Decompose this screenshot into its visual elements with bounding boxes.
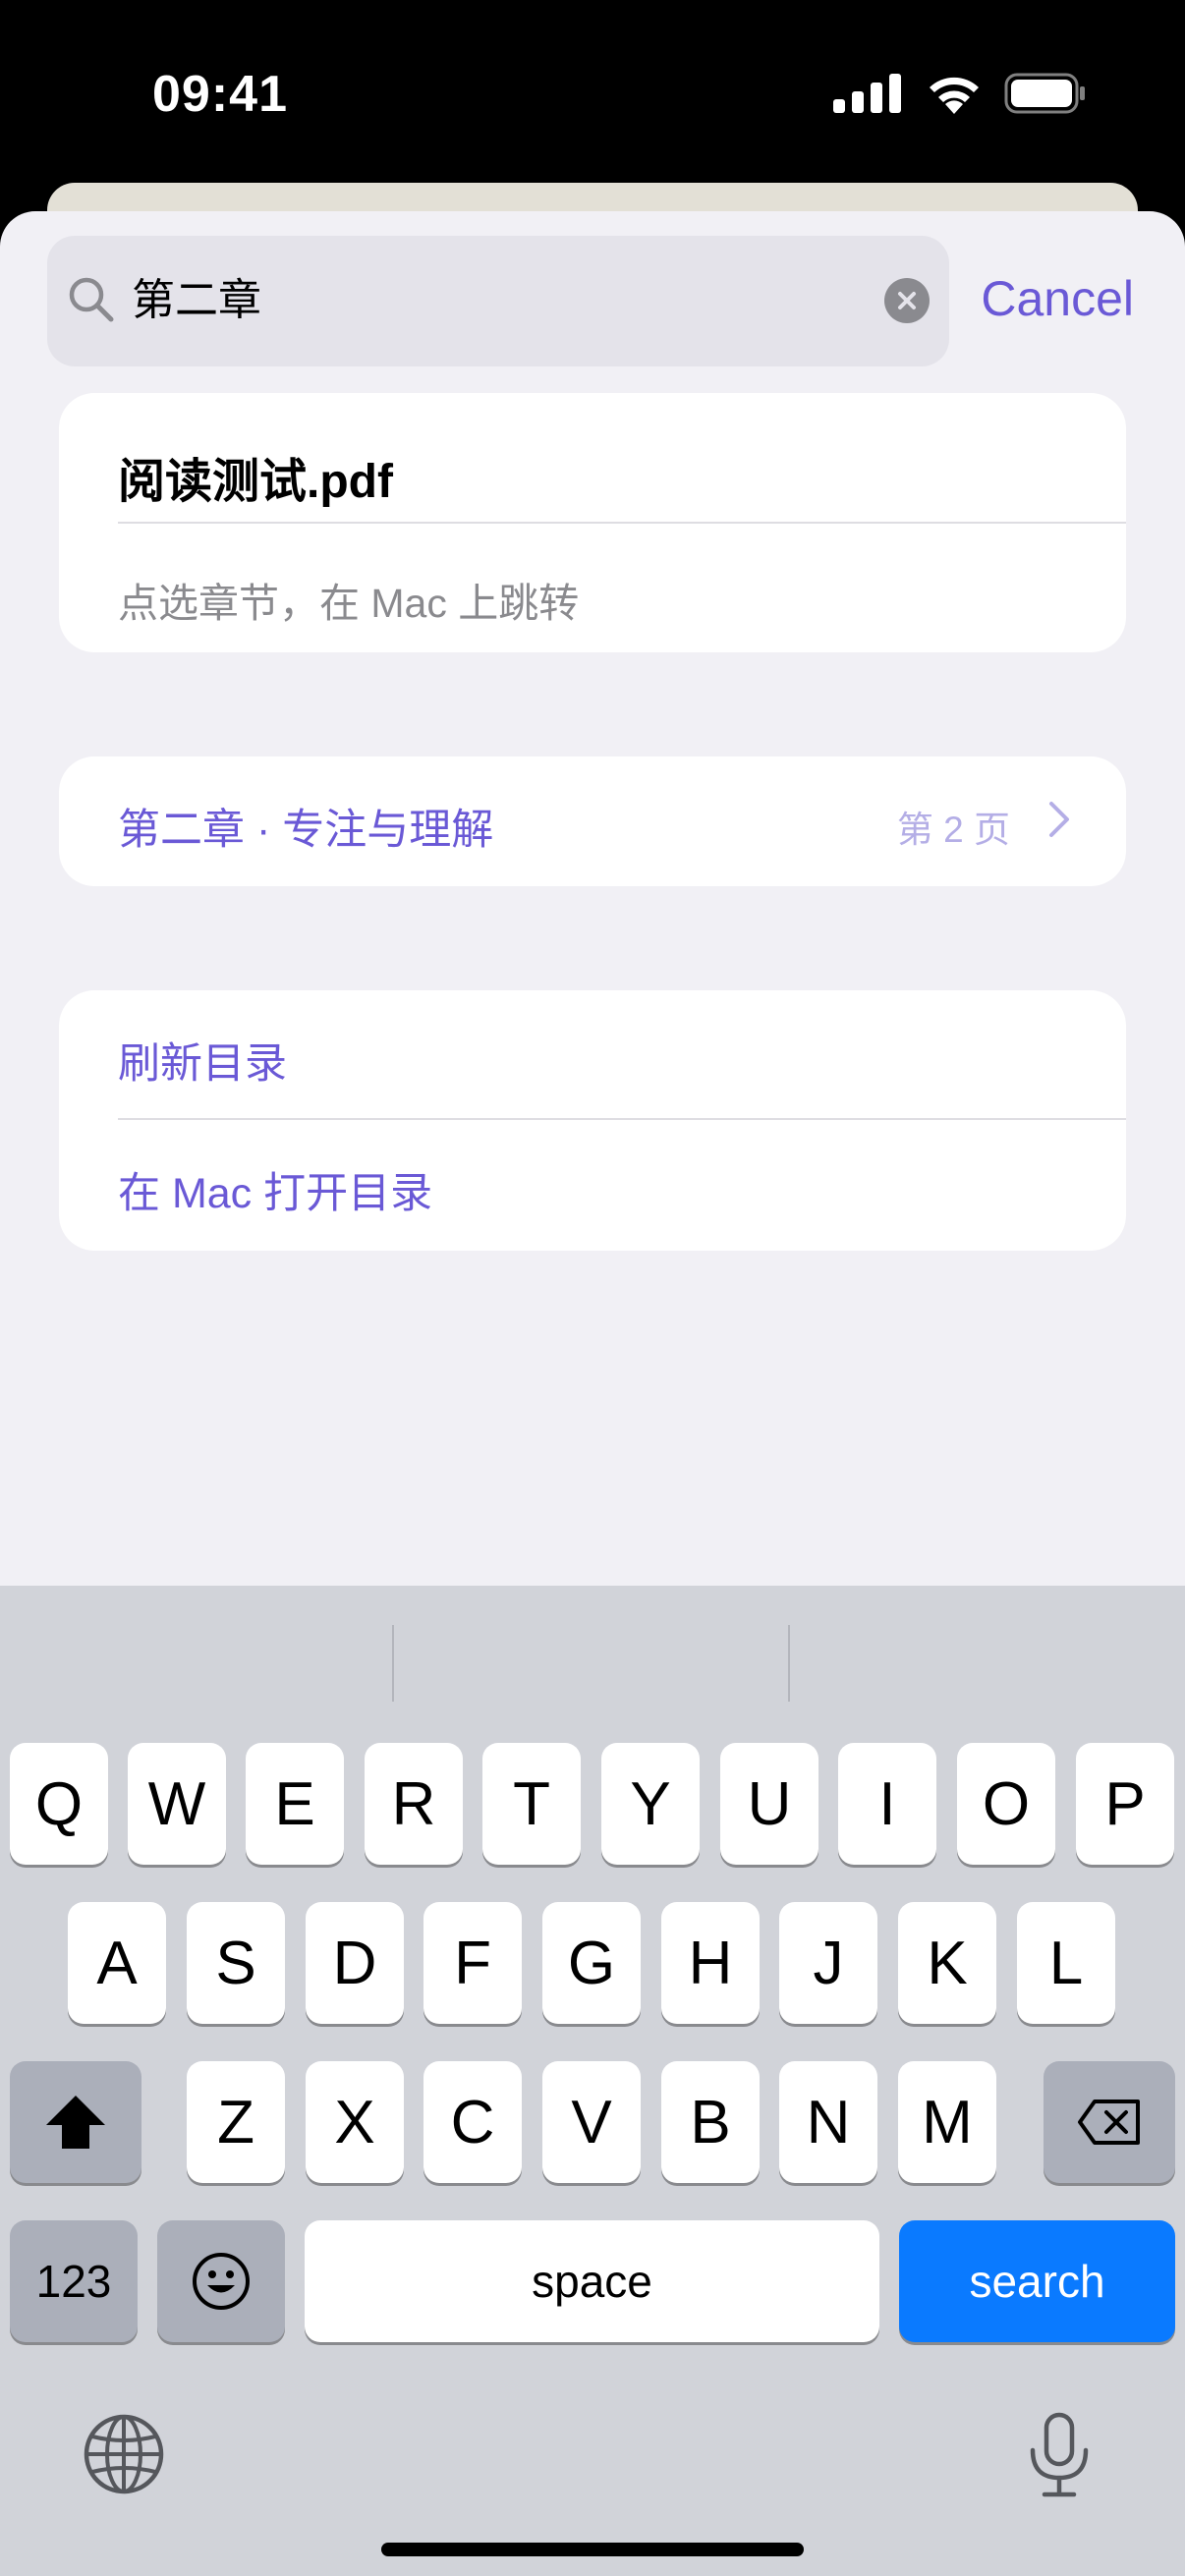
globe-icon[interactable] [83,2413,165,2495]
key-c[interactable]: C [423,2061,522,2183]
key-b[interactable]: B [661,2061,760,2183]
key-o[interactable]: O [957,1743,1055,1865]
document-title: 阅读测试.pdf [118,456,393,508]
key-s[interactable]: S [187,1902,285,2024]
cancel-button[interactable]: Cancel [981,270,1134,327]
signal-icon [833,74,901,113]
key-h[interactable]: H [661,1902,760,2024]
key-q[interactable]: Q [10,1743,108,1865]
shift-icon [46,2096,105,2149]
emoji-icon [193,2253,250,2310]
search-key[interactable]: search [899,2220,1175,2342]
keyboard: Q W E R T Y U I O P A S D F G H J K L Z … [0,1586,1185,2576]
divider [118,1118,1126,1120]
key-j[interactable]: J [779,1902,877,2024]
divider [118,522,1126,524]
delete-key[interactable] [1044,2061,1175,2183]
search-input[interactable]: 第二章 [47,236,949,366]
home-indicator [381,2543,804,2556]
key-w[interactable]: W [128,1743,226,1865]
status-bar: 09:41 [0,0,1185,187]
microphone-icon[interactable] [1025,2411,1094,2499]
key-d[interactable]: D [306,1902,404,2024]
search-icon [69,277,114,322]
key-k[interactable]: K [898,1902,996,2024]
actions-card: 刷新目录 在 Mac 打开目录 [59,990,1126,1251]
key-l[interactable]: L [1017,1902,1115,2024]
emoji-key[interactable] [157,2220,285,2342]
document-hint: 点选章节，在 Mac 上跳转 [118,581,580,626]
space-key[interactable]: space [305,2220,879,2342]
key-u[interactable]: U [720,1743,818,1865]
chevron-right-icon [1049,802,1069,837]
document-card: 阅读测试.pdf 点选章节，在 Mac 上跳转 [59,393,1126,652]
wifi-icon [930,77,979,114]
delete-icon [1078,2100,1140,2145]
open-toc-on-mac-button[interactable]: 在 Mac 打开目录 [118,1159,432,1220]
status-icons [833,73,1087,114]
numbers-key[interactable]: 123 [10,2220,138,2342]
key-e[interactable]: E [246,1743,344,1865]
key-a[interactable]: A [68,1902,166,2024]
chapter-result-row[interactable]: 第二章 · 专注与理解 第 2 页 [59,756,1126,886]
key-g[interactable]: G [542,1902,641,2024]
suggestion-divider [788,1625,790,1702]
battery-icon [1004,73,1085,114]
key-p[interactable]: P [1076,1743,1174,1865]
key-i[interactable]: I [838,1743,936,1865]
status-time: 09:41 [152,66,288,123]
key-f[interactable]: F [423,1902,522,2024]
key-n[interactable]: N [779,2061,877,2183]
key-z[interactable]: Z [187,2061,285,2183]
key-m[interactable]: M [898,2061,996,2183]
key-x[interactable]: X [306,2061,404,2183]
key-t[interactable]: T [482,1743,581,1865]
shift-key[interactable] [10,2061,141,2183]
refresh-toc-button[interactable]: 刷新目录 [118,1030,287,1091]
key-r[interactable]: R [365,1743,463,1865]
chapter-page: 第 2 页 [896,810,1010,850]
key-y[interactable]: Y [601,1743,700,1865]
chapter-title: 第二章 · 专注与理解 [118,807,494,854]
key-v[interactable]: V [542,2061,641,2183]
search-query[interactable]: 第二章 [132,273,261,328]
suggestion-divider [392,1625,394,1702]
clear-search-icon[interactable] [884,278,930,323]
